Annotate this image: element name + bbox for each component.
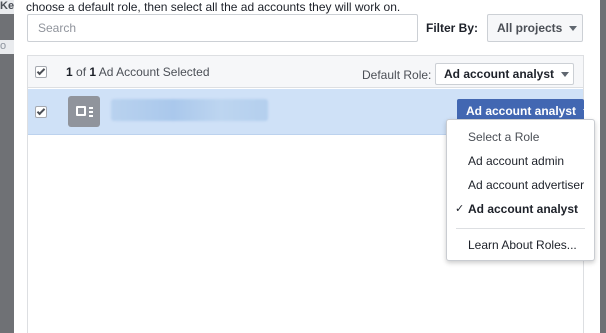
chevron-down-icon xyxy=(569,25,578,31)
menu-header-select-role: Select a Role xyxy=(468,130,540,144)
menu-divider xyxy=(456,228,585,229)
filter-projects-dropdown[interactable]: All projects xyxy=(487,14,583,42)
role-dropdown-menu: Select a Role Ad account admin Ad accoun… xyxy=(446,119,595,261)
redacted-account-name xyxy=(111,99,268,121)
menu-item-ad-account-advertiser[interactable]: Ad account advertiser xyxy=(447,174,594,196)
chevron-down-icon xyxy=(561,71,570,77)
checkmark-icon xyxy=(36,66,46,76)
filter-value: All projects xyxy=(497,21,563,35)
learn-about-roles-link[interactable]: Learn About Roles... xyxy=(447,234,594,256)
background-text-fragment: Ke xyxy=(0,0,14,14)
selected-count: 1 xyxy=(66,65,73,79)
default-role-label: Default Role: xyxy=(362,68,432,82)
search-input[interactable] xyxy=(27,14,418,42)
select-all-checkbox[interactable] xyxy=(35,66,47,78)
row-checkbox[interactable] xyxy=(35,106,47,118)
default-role-value: Ad account analyst xyxy=(444,67,555,81)
filter-label: Filter By: xyxy=(426,21,479,35)
checkmark-icon xyxy=(36,106,46,116)
instruction-text: choose a default role, then select all t… xyxy=(26,0,401,14)
row-role-value: Ad account analyst xyxy=(466,104,577,118)
table-header-row: 1 of 1 Ad Account Selected Default Role:… xyxy=(28,56,583,88)
of-text: of xyxy=(76,65,87,79)
ad-account-icon xyxy=(68,96,100,127)
default-role-dropdown[interactable]: Ad account analyst xyxy=(435,63,574,85)
menu-item-ad-account-admin[interactable]: Ad account admin xyxy=(447,150,594,172)
chevron-down-icon xyxy=(583,108,592,114)
background-text-fragment: o xyxy=(0,40,14,54)
total-count: 1 xyxy=(89,65,97,79)
selected-suffix: Ad Account Selected xyxy=(98,65,210,79)
modal-backdrop-left: Ke o xyxy=(0,0,14,333)
modal-backdrop-right xyxy=(600,0,606,333)
selected-count-text: 1 of 1 Ad Account Selected xyxy=(66,65,210,79)
checkmark-icon: ✓ xyxy=(455,203,465,215)
menu-item-ad-account-analyst[interactable]: ✓ Ad account analyst xyxy=(447,198,594,220)
